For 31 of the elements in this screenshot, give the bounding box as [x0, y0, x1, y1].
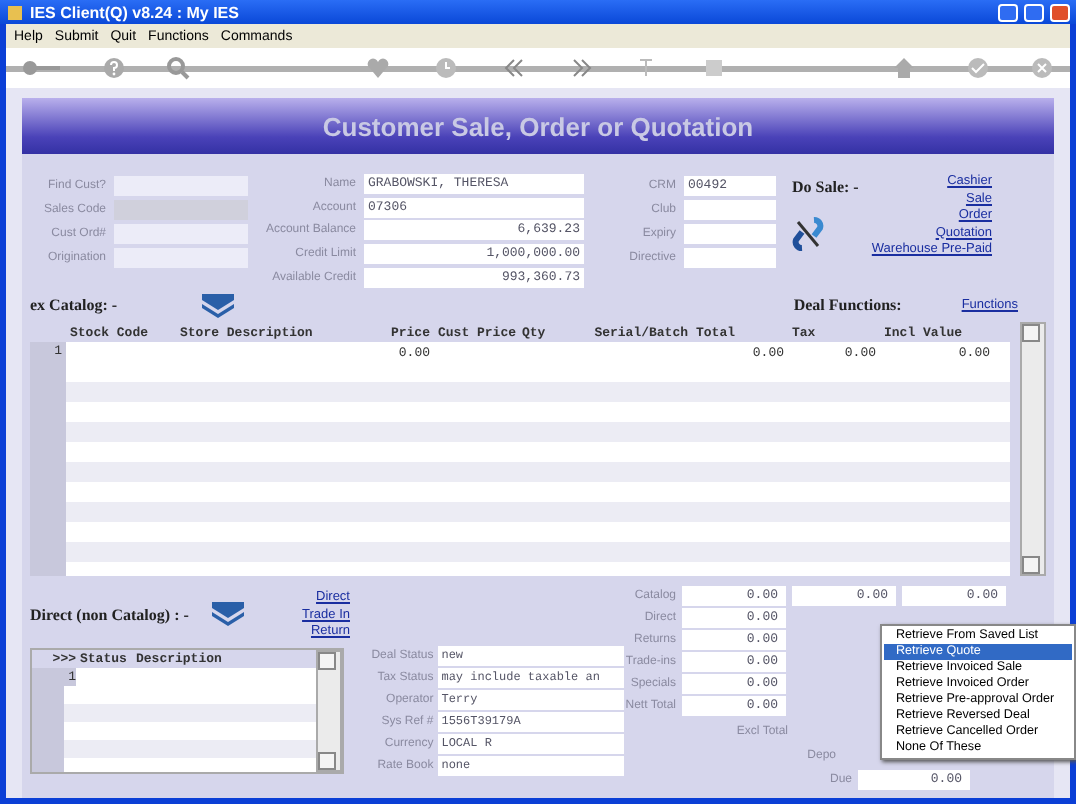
link-icon: [792, 216, 824, 252]
minimize-button[interactable]: [998, 3, 1018, 21]
fast-forward-icon[interactable]: [570, 56, 594, 80]
input-field[interactable]: [114, 223, 248, 243]
scrollbar[interactable]: [316, 650, 342, 772]
help-icon[interactable]: [102, 56, 126, 80]
key-icon[interactable]: [22, 56, 62, 80]
do-sale-label: Do Sale: -: [792, 178, 859, 196]
close-icon[interactable]: [1030, 56, 1054, 80]
text-cursor-icon[interactable]: [634, 56, 658, 80]
maximize-button[interactable]: [1024, 3, 1044, 21]
deal-functions-label: Deal Functions:: [793, 296, 902, 314]
check-icon[interactable]: [966, 56, 990, 80]
direct-label: Direct (non Catalog) : -: [30, 605, 189, 623]
rewind-icon[interactable]: [502, 56, 526, 80]
input-field[interactable]: [684, 247, 776, 267]
heart-icon[interactable]: [366, 56, 390, 80]
clock-icon[interactable]: [434, 56, 458, 80]
input-field[interactable]: [684, 223, 776, 243]
close-button[interactable]: [1050, 3, 1070, 21]
catalog-label: ex Catalog: -: [30, 296, 118, 314]
input-field[interactable]: [684, 199, 776, 219]
search-icon[interactable]: [166, 56, 190, 80]
app-icon: [6, 3, 24, 21]
page-title: Customer Sale, Order or Quotation: [322, 111, 754, 141]
square-icon[interactable]: [702, 56, 726, 80]
window-title: IES Client(Q) v8.24 : My IES: [30, 3, 239, 21]
chevron-down-icon[interactable]: [197, 291, 238, 319]
house-icon[interactable]: [892, 56, 916, 80]
chevron-down-icon[interactable]: [208, 600, 249, 628]
scrollbar[interactable]: [1020, 322, 1046, 576]
